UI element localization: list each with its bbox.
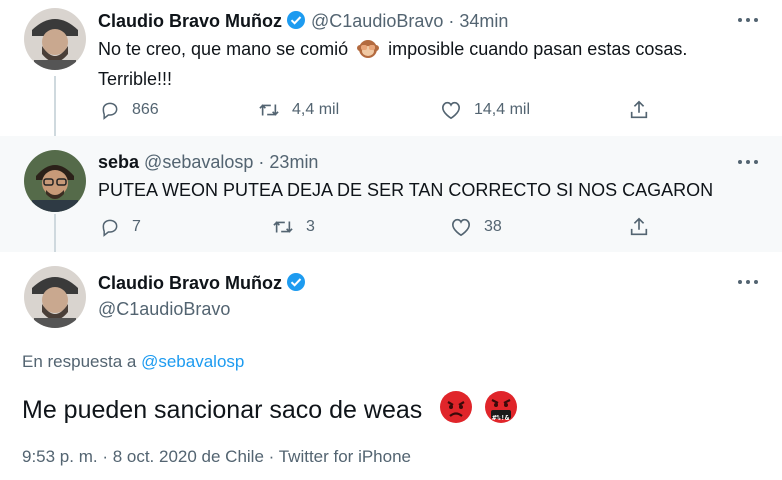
display-name[interactable]: Claudio Bravo Muñoz xyxy=(98,11,282,31)
focused-text: Me pueden sancionar saco de weas xyxy=(22,396,423,424)
reply-button[interactable]: 7 xyxy=(100,217,141,237)
verified-badge-icon xyxy=(286,272,306,297)
more-options-icon[interactable] xyxy=(736,157,760,167)
cursing-symbols: #%!& xyxy=(492,414,510,422)
separator: · xyxy=(448,11,455,31)
avatar[interactable] xyxy=(24,150,86,212)
retweet-count: 4,4 mil xyxy=(292,101,340,118)
tweet-time[interactable]: 34min xyxy=(459,11,508,31)
tweet-text: No te creo, que mano se comió imposible … xyxy=(98,36,758,92)
like-count: 14,4 mil xyxy=(474,101,531,118)
tweet-text-part1: No te creo, que mano se comió xyxy=(98,39,349,59)
reply-context: En respuesta a @sebavalosp xyxy=(22,352,244,372)
tweet-text-line2: Terrible!!! xyxy=(98,69,173,89)
reply-icon xyxy=(102,102,118,120)
share-button[interactable] xyxy=(628,216,650,238)
reply-icon xyxy=(102,219,118,237)
user-handle[interactable]: @sebavalosp xyxy=(144,152,253,172)
tweet-text: PUTEA WEON PUTEA DEJA DE SER TAN CORRECT… xyxy=(98,180,714,200)
tweet-handle-row: @C1audioBravo xyxy=(98,299,230,320)
reply-prefix: En respuesta a xyxy=(22,352,137,371)
tweet-seba[interactable]: seba @sebavalosp · 23min PUTEA WEON PUTE… xyxy=(0,136,782,252)
tweet-claudio-1[interactable]: Claudio Bravo Muñoz @C1audioBravo · 34mi… xyxy=(0,0,782,136)
share-icon xyxy=(630,100,648,119)
user-handle[interactable]: @C1audioBravo xyxy=(311,11,443,31)
separator: · xyxy=(258,152,265,172)
like-button[interactable]: 14,4 mil xyxy=(440,100,530,120)
retweet-icon xyxy=(259,104,279,116)
user-handle[interactable]: @C1audioBravo xyxy=(98,299,230,319)
retweet-icon xyxy=(273,221,293,233)
display-name[interactable]: Claudio Bravo Muñoz xyxy=(98,273,282,293)
retweet-count: 3 xyxy=(306,218,315,235)
like-count: 38 xyxy=(484,218,502,235)
share-button[interactable] xyxy=(628,99,650,121)
retweet-button[interactable]: 4,4 mil xyxy=(258,100,339,120)
focused-tweet-text: Me pueden sancionar saco de weas #%!& xyxy=(22,390,518,431)
see-no-evil-monkey-emoji xyxy=(357,37,380,66)
reply-count: 7 xyxy=(132,218,141,235)
tweet-time[interactable]: 23min xyxy=(269,152,318,172)
display-name[interactable]: seba xyxy=(98,152,139,172)
tweet-text-part2: imposible cuando pasan estas cosas. xyxy=(388,39,688,59)
avatar[interactable] xyxy=(24,8,86,70)
more-options-icon[interactable] xyxy=(736,15,760,25)
retweet-button[interactable]: 3 xyxy=(272,217,315,237)
like-icon xyxy=(451,218,471,237)
reply-button[interactable]: 866 xyxy=(100,100,159,120)
share-icon xyxy=(630,217,648,236)
angry-face-emoji xyxy=(439,390,473,431)
more-options-icon[interactable] xyxy=(736,277,760,287)
cursing-face-emoji: #%!& xyxy=(484,390,518,431)
tweet-timestamp[interactable]: 9:53 p. m. · 8 oct. 2020 de Chile · Twit… xyxy=(22,447,411,467)
like-icon xyxy=(441,101,461,120)
thread-connector xyxy=(54,214,56,252)
avatar[interactable] xyxy=(24,266,86,328)
tweet-header: seba @sebavalosp · 23min xyxy=(98,152,318,173)
reply-handle-link[interactable]: @sebavalosp xyxy=(141,352,244,371)
reply-count: 866 xyxy=(132,101,159,118)
tweet-header: Claudio Bravo Muñoz @C1audioBravo · 34mi… xyxy=(98,10,508,35)
like-button[interactable]: 38 xyxy=(450,217,502,237)
thread-connector xyxy=(54,76,56,136)
verified-badge-icon xyxy=(286,10,306,35)
tweet-header: Claudio Bravo Muñoz xyxy=(98,272,306,297)
